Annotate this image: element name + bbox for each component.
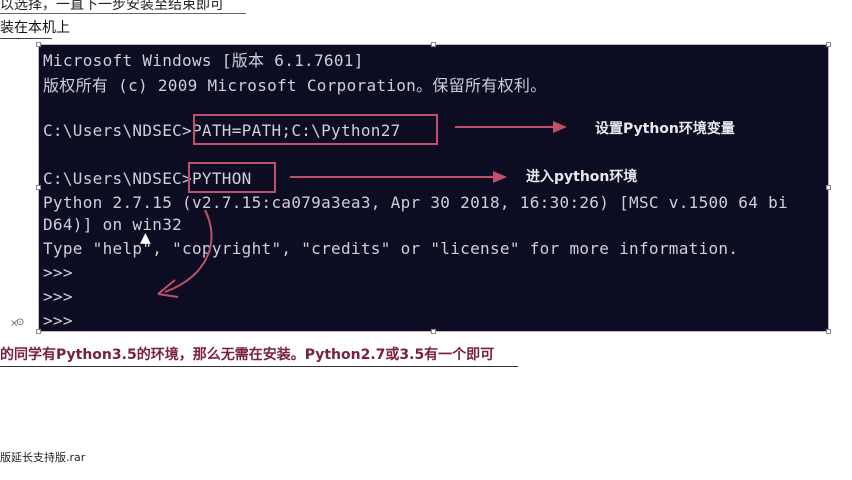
resize-handle[interactable] xyxy=(826,329,831,334)
annotation-enter-python: 进入python环境 xyxy=(526,169,638,185)
divider xyxy=(0,13,246,14)
target-icon[interactable]: ⊙ xyxy=(16,317,24,328)
console-line: Python 2.7.15 (v2.7.15:ca079a3ea3, Apr 3… xyxy=(43,193,788,212)
resize-handle[interactable] xyxy=(431,42,436,47)
mouse-cursor-icon: ▲ xyxy=(140,230,151,246)
resize-handle[interactable] xyxy=(36,329,41,334)
annotation-set-env-var: 设置Python环境变量 xyxy=(595,121,735,137)
console-line: Microsoft Windows [版本 6.1.7601] xyxy=(43,51,364,70)
resize-handle[interactable] xyxy=(431,329,436,334)
command-prompt-window[interactable]: Microsoft Windows [版本 6.1.7601] 版权所有 (c)… xyxy=(38,44,829,332)
resize-handle[interactable] xyxy=(826,185,831,190)
arrow-head-icon xyxy=(493,171,507,183)
resize-handle[interactable] xyxy=(36,185,41,190)
console-line: 版权所有 (c) 2009 Microsoft Corporation。保留所有… xyxy=(43,76,547,95)
arrow xyxy=(290,176,495,178)
highlight-box-path-command xyxy=(193,114,438,145)
section-subtitle: 装在本机上 xyxy=(0,20,70,36)
arrow xyxy=(455,126,555,128)
console-line: D64)] on win32 xyxy=(43,215,183,234)
arrow-head-icon xyxy=(553,121,567,133)
note-text: 的同学有Python3.5的环境，那么无需在安装。Python2.7或3.5有一… xyxy=(0,347,495,363)
console-prompt: >>> xyxy=(43,287,73,306)
console-prompt: >>> xyxy=(43,263,73,282)
instruction-text-top: 以选择，一直下一步安装至结束即可 xyxy=(0,0,224,13)
highlight-box-python-command xyxy=(188,162,276,193)
divider xyxy=(0,366,518,367)
divider xyxy=(0,38,52,39)
file-name-label[interactable]: 版延长支持版.rar xyxy=(0,449,85,465)
resize-handle[interactable] xyxy=(36,42,41,47)
console-prompt: >>> xyxy=(43,311,73,330)
resize-handle[interactable] xyxy=(826,42,831,47)
